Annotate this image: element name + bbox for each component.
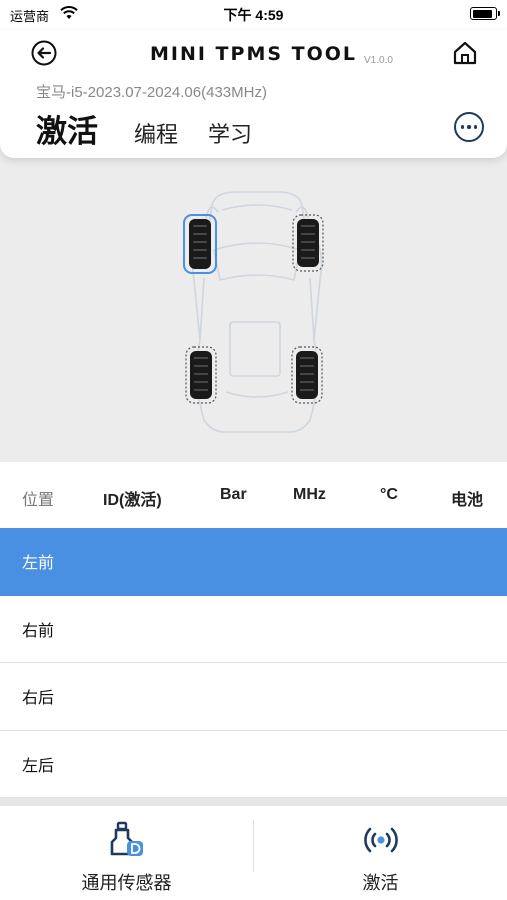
column-header-position: 位置 xyxy=(22,492,55,509)
status-bar: 运营商 下午 4:59 xyxy=(0,0,507,30)
column-header-temperature: °C xyxy=(380,486,398,503)
more-icon[interactable] xyxy=(454,112,484,142)
tab-learn[interactable]: 学习 xyxy=(208,117,252,149)
activate-signal-icon xyxy=(363,827,398,853)
sensor-icon xyxy=(110,821,143,856)
activate-button-label: 激活 xyxy=(362,873,399,893)
tab-program[interactable]: 编程 xyxy=(134,117,178,149)
battery-icon xyxy=(470,7,500,20)
wheel-front-right[interactable] xyxy=(292,214,324,272)
table-row[interactable]: 右后 xyxy=(0,663,507,731)
header: MINI TPMS TOOL V1.0.0 宝马-i5-2023.07-2024… xyxy=(0,30,507,158)
column-header-id: ID(激活) xyxy=(103,492,162,509)
home-icon[interactable] xyxy=(451,39,479,67)
column-header-battery: 电池 xyxy=(451,492,484,509)
column-header-mhz: MHz xyxy=(293,486,326,503)
sensor-button-label: 通用传感器 xyxy=(81,873,172,893)
back-arrow-icon[interactable] xyxy=(30,39,58,67)
activate-button[interactable]: 激活 xyxy=(254,806,507,900)
vehicle-label: 宝马-i5-2023.07-2024.06(433MHz) xyxy=(36,84,267,101)
divider xyxy=(0,798,507,806)
tire-table: 左前 右前 右后 左后 xyxy=(0,528,507,798)
tab-activate[interactable]: 激活 xyxy=(36,106,98,151)
app-title: MINI TPMS TOOL xyxy=(150,43,358,65)
wheel-rear-right[interactable] xyxy=(291,346,323,404)
table-header: 位置 ID(激活) Bar MHz °C 电池 xyxy=(0,462,507,528)
table-row[interactable]: 左前 xyxy=(0,528,507,596)
wheel-rear-left[interactable] xyxy=(185,346,217,404)
car-diagram xyxy=(0,130,507,462)
row-position-label: 左后 xyxy=(22,757,55,775)
table-row[interactable]: 右前 xyxy=(0,595,507,663)
table-row[interactable]: 左后 xyxy=(0,730,507,798)
app-version: V1.0.0 xyxy=(364,55,393,66)
sensor-button[interactable]: 通用传感器 xyxy=(0,806,253,900)
row-position-label: 右前 xyxy=(22,622,55,640)
row-position-label: 左前 xyxy=(22,555,55,573)
column-header-bar: Bar xyxy=(220,486,247,503)
bottom-bar: 通用传感器 激活 xyxy=(0,806,507,900)
tab-bar: 激活 编程 学习 xyxy=(36,106,282,151)
status-time: 下午 4:59 xyxy=(223,7,284,23)
battery-level xyxy=(472,9,492,18)
wheel-front-left[interactable] xyxy=(183,214,217,274)
row-position-label: 右后 xyxy=(22,690,55,708)
